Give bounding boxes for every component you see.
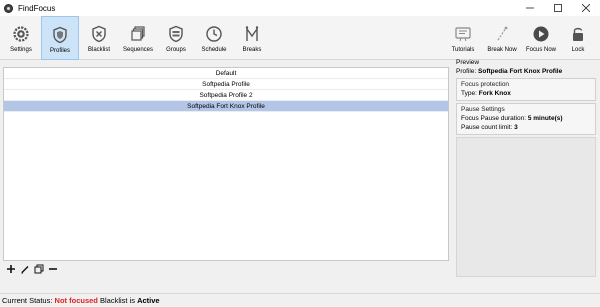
status-bar: Current Status: Not focused Blacklist is…	[0, 293, 600, 307]
tool-label: Settings	[10, 47, 32, 53]
list-item[interactable]: Softpedia Profile 2	[4, 90, 448, 101]
maximize-button[interactable]	[544, 0, 572, 16]
groups-tool-button[interactable]: Groups	[157, 16, 195, 60]
minimize-icon	[526, 7, 534, 9]
pencil-icon	[21, 266, 29, 274]
tool-label: Profiles	[49, 48, 70, 54]
focus-protection-group: Focus protection Type: Fork Knox	[456, 78, 596, 101]
protection-type: Type: Fork Knox	[461, 89, 593, 98]
tool-label: Blacklist	[87, 47, 110, 53]
tool-label: Groups	[166, 47, 186, 53]
tool-label: Tutorials	[451, 47, 475, 53]
tutorial-icon	[454, 25, 472, 43]
copy-profile-button[interactable]	[33, 263, 45, 275]
list-item[interactable]: Softpedia Profile	[4, 79, 448, 90]
duration-label: Focus Pause duration:	[461, 115, 527, 122]
close-button[interactable]	[572, 0, 600, 16]
settings-tool-button[interactable]: Settings	[2, 16, 40, 60]
profiles-tool-button[interactable]: Profiles	[41, 16, 79, 60]
limit-value: 3	[514, 124, 518, 131]
main-toolbar: Settings Profiles Blacklist Sequences Gr…	[0, 16, 600, 60]
profiles-list: Default Softpedia Profile Softpedia Prof…	[3, 67, 449, 261]
list-item[interactable]: Default	[4, 68, 448, 79]
blacklist-label: Blacklist is	[99, 296, 135, 305]
layers-icon	[129, 25, 147, 43]
tutorials-tool-button[interactable]: Tutorials	[444, 16, 482, 60]
add-profile-button[interactable]	[5, 263, 17, 275]
tool-label: Breaks	[242, 47, 262, 53]
lock-tool-button[interactable]: Lock	[559, 16, 597, 60]
tool-label: Break Now	[487, 47, 517, 53]
schedule-tool-button[interactable]: Schedule	[195, 16, 233, 60]
remove-profile-button[interactable]	[47, 263, 59, 275]
sequences-tool-button[interactable]: Sequences	[119, 16, 157, 60]
app-icon	[4, 3, 13, 13]
breaks-icon	[243, 25, 261, 43]
maximize-icon	[554, 4, 562, 12]
window-controls	[516, 0, 600, 16]
break-now-icon	[493, 25, 511, 43]
tool-label: Lock	[571, 47, 585, 53]
copy-icon	[34, 264, 44, 274]
type-label: Type:	[461, 90, 477, 97]
blocked-shield-icon	[90, 25, 108, 43]
tool-label: Sequences	[122, 47, 154, 53]
tool-label: Schedule	[201, 47, 227, 53]
blacklist-status-value: Active	[137, 296, 160, 305]
gear-icon	[12, 25, 30, 43]
pause-count-limit: Pause count limit: 3	[461, 123, 593, 132]
list-toolbar	[3, 263, 449, 275]
group-heading: Pause Settings	[461, 106, 505, 113]
blacklist-tool-button[interactable]: Blacklist	[80, 16, 118, 60]
minus-icon	[49, 268, 57, 270]
pause-settings-group: Pause Settings Focus Pause duration: 5 m…	[456, 103, 596, 135]
profile-label: Profile:	[456, 68, 477, 75]
preview-empty-area	[456, 137, 596, 277]
break-now-tool-button[interactable]: Break Now	[483, 16, 521, 60]
pause-duration: Focus Pause duration: 5 minute(s)	[461, 114, 593, 123]
minimize-button[interactable]	[516, 0, 544, 16]
list-item-selected[interactable]: Softpedia Fort Knox Profile	[4, 101, 448, 112]
status-label: Current Status:	[2, 296, 53, 305]
play-icon	[532, 25, 550, 43]
duration-value: 5 minute(s)	[527, 115, 563, 122]
close-icon	[582, 4, 590, 12]
preview-panel: Preview Profile: Softpedia Fort Knox Pro…	[454, 58, 596, 277]
title-bar: FindFocus	[0, 0, 600, 16]
plus-icon	[7, 265, 15, 273]
clock-icon	[205, 25, 223, 43]
groups-shield-icon	[167, 25, 185, 43]
limit-label: Pause count limit:	[461, 124, 513, 131]
preview-heading: Preview	[456, 59, 480, 66]
tool-label: Focus Now	[525, 47, 556, 53]
profile-name: Softpedia Fort Knox Profile	[478, 68, 563, 75]
focus-now-tool-button[interactable]: Focus Now	[522, 16, 560, 60]
breaks-tool-button[interactable]: Breaks	[233, 16, 271, 60]
group-heading: Focus protection	[461, 81, 510, 88]
edit-profile-button[interactable]	[19, 263, 31, 275]
shield-icon	[51, 26, 69, 44]
type-value: Fork Knox	[478, 90, 511, 97]
preview-profile: Profile: Softpedia Fort Knox Profile	[454, 67, 596, 76]
focus-status-value: Not focused	[54, 296, 98, 305]
lock-icon	[569, 25, 587, 43]
window-title: FindFocus	[18, 3, 56, 13]
